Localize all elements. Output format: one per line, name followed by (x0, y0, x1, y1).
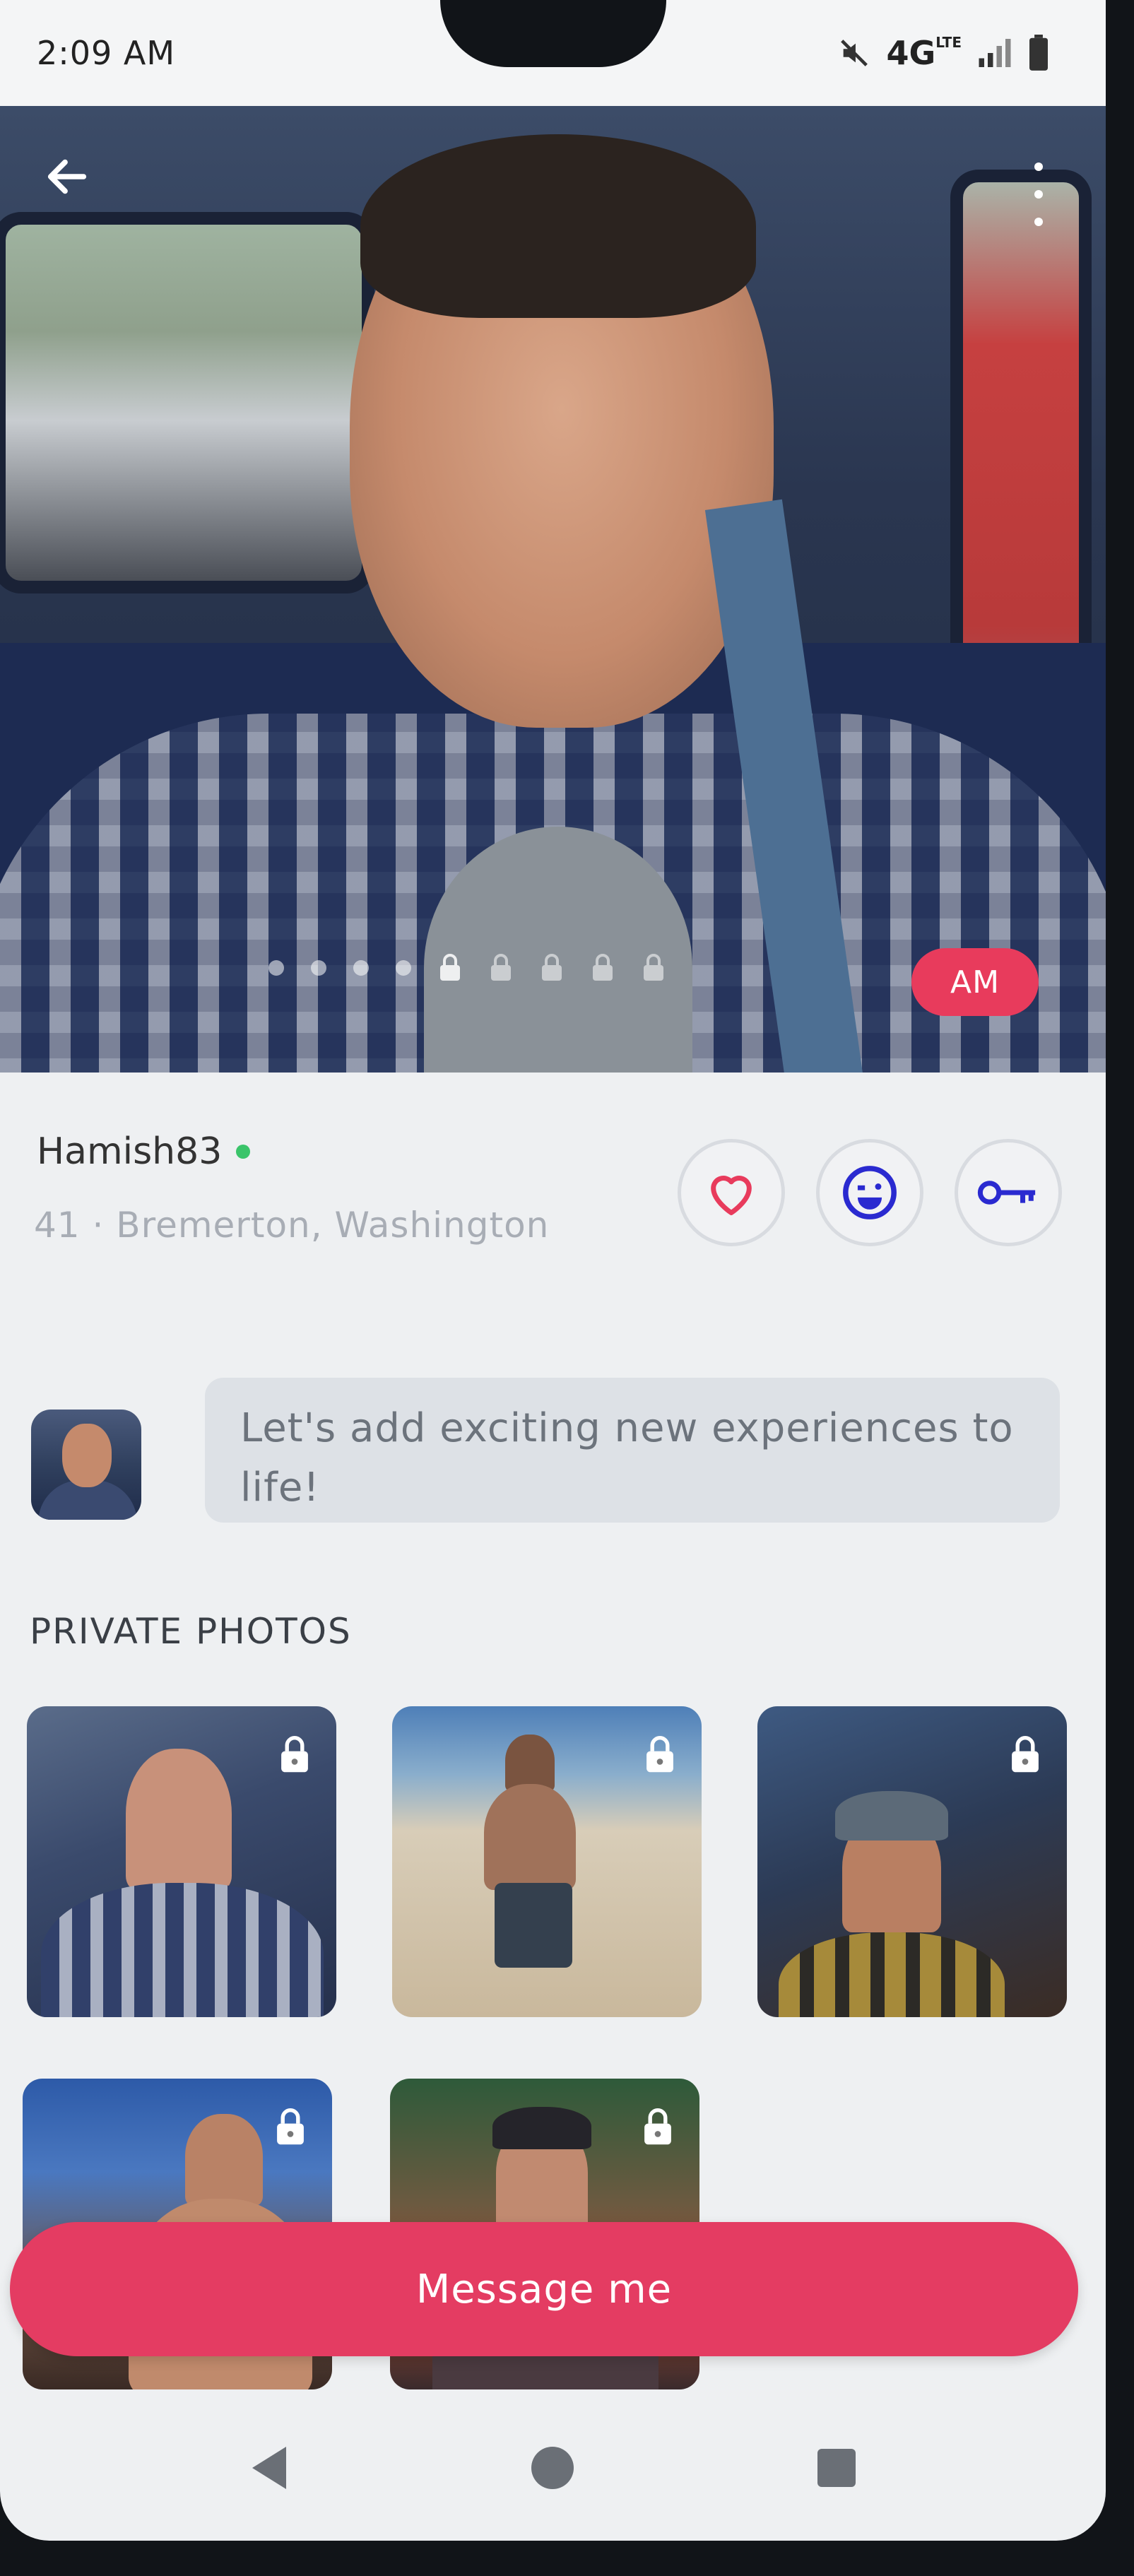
nav-recents-button[interactable] (808, 2440, 865, 2496)
key-icon (977, 1181, 1036, 1205)
profile-actions (678, 1139, 1062, 1246)
lock-icon (491, 954, 511, 981)
private-photo[interactable] (27, 1706, 336, 2017)
online-status-dot (236, 1145, 251, 1159)
app-screen: 2:09 AM 4GLTE AM Hamish83 41 · Bremerton… (0, 0, 1106, 2541)
arrow-left-icon (47, 159, 87, 194)
status-bar: 2:09 AM 4GLTE (0, 0, 1106, 106)
lock-icon (542, 954, 562, 981)
pager-dot[interactable] (268, 960, 284, 976)
lock-icon (593, 954, 613, 981)
private-photo[interactable] (392, 1706, 702, 2017)
am-badge: AM (911, 948, 1039, 1016)
lock-icon (277, 2108, 304, 2145)
profile-name: Hamish83 (37, 1130, 251, 1173)
like-button[interactable] (678, 1139, 785, 1246)
lock-icon (281, 1736, 308, 1773)
back-button[interactable] (39, 148, 95, 205)
photo-pager (268, 954, 666, 982)
message-me-button[interactable]: Message me (10, 2222, 1078, 2356)
status-icons: 4GLTE (838, 34, 1049, 72)
wink-face-icon (843, 1166, 897, 1219)
mute-icon (838, 37, 870, 69)
private-photos-title: PRIVATE PHOTOS (30, 1611, 352, 1652)
about-text-bubble: Let's add exciting new experiences to li… (205, 1378, 1060, 1523)
signal-icon (977, 37, 1012, 69)
lock-icon (1012, 1736, 1039, 1773)
network-label: 4GLTE (886, 34, 962, 72)
status-time: 2:09 AM (37, 34, 176, 72)
lock-icon (646, 1736, 673, 1773)
nav-back-button[interactable] (241, 2440, 297, 2496)
about-avatar (31, 1410, 141, 1520)
wink-button[interactable] (816, 1139, 923, 1246)
lock-icon (440, 954, 460, 981)
lock-icon (644, 954, 663, 981)
username: Hamish83 (37, 1130, 223, 1173)
pager-dot[interactable] (311, 960, 326, 976)
camera-notch (439, 0, 666, 67)
more-options-button[interactable] (1028, 163, 1049, 226)
heart-icon (711, 1176, 752, 1215)
pager-dot[interactable] (353, 960, 369, 976)
battery-icon (1028, 35, 1049, 71)
square-recents-icon (817, 2449, 856, 2487)
circle-home-icon (531, 2447, 574, 2489)
nav-home-button[interactable] (524, 2440, 581, 2496)
triangle-back-icon (252, 2447, 286, 2489)
profile-age-location: 41 · Bremerton, Washington (34, 1205, 550, 1246)
more-vertical-icon (1034, 163, 1043, 171)
pager-dot[interactable] (396, 960, 411, 976)
lock-icon (644, 2108, 671, 2145)
private-photo[interactable] (757, 1706, 1067, 2017)
system-nav-bar (0, 2395, 1106, 2541)
private-access-button[interactable] (955, 1139, 1062, 1246)
profile-main-photo[interactable]: AM (0, 106, 1106, 1073)
